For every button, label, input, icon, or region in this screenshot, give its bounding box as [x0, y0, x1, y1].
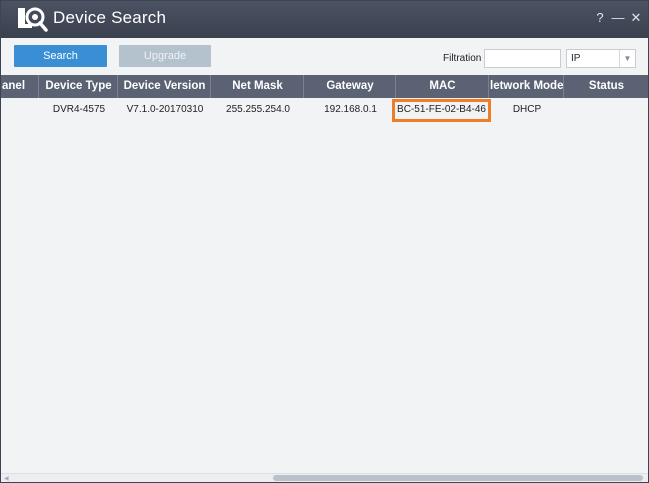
column-header-mac[interactable]: MAC	[397, 75, 489, 98]
minimize-button[interactable]: —	[611, 9, 625, 27]
cell-device-type: DVR4-4575	[52, 104, 106, 115]
cell-status	[565, 98, 648, 121]
device-table: anel Device Type Device Version Net Mask…	[1, 75, 648, 473]
upgrade-button[interactable]: Upgrade	[119, 45, 211, 67]
title-bar: Device Search ? — ✕	[1, 1, 648, 38]
device-search-window: Device Search ? — ✕ Search Upgrade Filtr…	[0, 0, 649, 483]
column-header-network-mode[interactable]: letwork Mode	[490, 75, 564, 98]
filter-type-select[interactable]: IP ▼	[566, 49, 636, 68]
cell-gateway: 192.168.0.1	[324, 104, 377, 115]
chevron-down-icon[interactable]: ▼	[619, 50, 635, 67]
table-header: anel Device Type Device Version Net Mask…	[1, 75, 648, 98]
horizontal-scrollbar[interactable]: ◀	[1, 473, 648, 482]
cell-channel	[1, 98, 39, 121]
scroll-left-icon[interactable]: ◀	[4, 475, 12, 482]
close-button[interactable]: ✕	[629, 9, 643, 27]
filter-type-value: IP	[571, 53, 581, 64]
cell-net-mask: 255.255.254.0	[226, 104, 290, 115]
column-header-net-mask[interactable]: Net Mask	[212, 75, 304, 98]
cell-network-mode: DHCP	[512, 104, 542, 115]
column-header-channel[interactable]: anel	[1, 75, 39, 98]
column-header-gateway[interactable]: Gateway	[305, 75, 396, 98]
filtration-label: Filtration	[443, 53, 482, 64]
window-title: Device Search	[53, 8, 167, 27]
column-header-status[interactable]: Status	[565, 75, 648, 98]
cell-device-version: V7.1.0-20170310	[126, 104, 204, 115]
column-header-device-version[interactable]: Device Version	[119, 75, 211, 98]
help-button[interactable]: ?	[593, 9, 607, 27]
filtration-input[interactable]	[484, 49, 561, 68]
horizontal-scrollbar-thumb[interactable]	[273, 475, 643, 481]
search-button[interactable]: Search	[14, 45, 107, 67]
cell-mac: BC-51-FE-02-B4-46	[397, 104, 486, 115]
table-row[interactable]: DVR4-4575 V7.1.0-20170310 255.255.254.0 …	[1, 98, 648, 121]
toolbar: Search Upgrade Filtration IP ▼	[1, 38, 648, 74]
column-header-device-type[interactable]: Device Type	[40, 75, 118, 98]
camera-search-icon	[18, 7, 48, 32]
